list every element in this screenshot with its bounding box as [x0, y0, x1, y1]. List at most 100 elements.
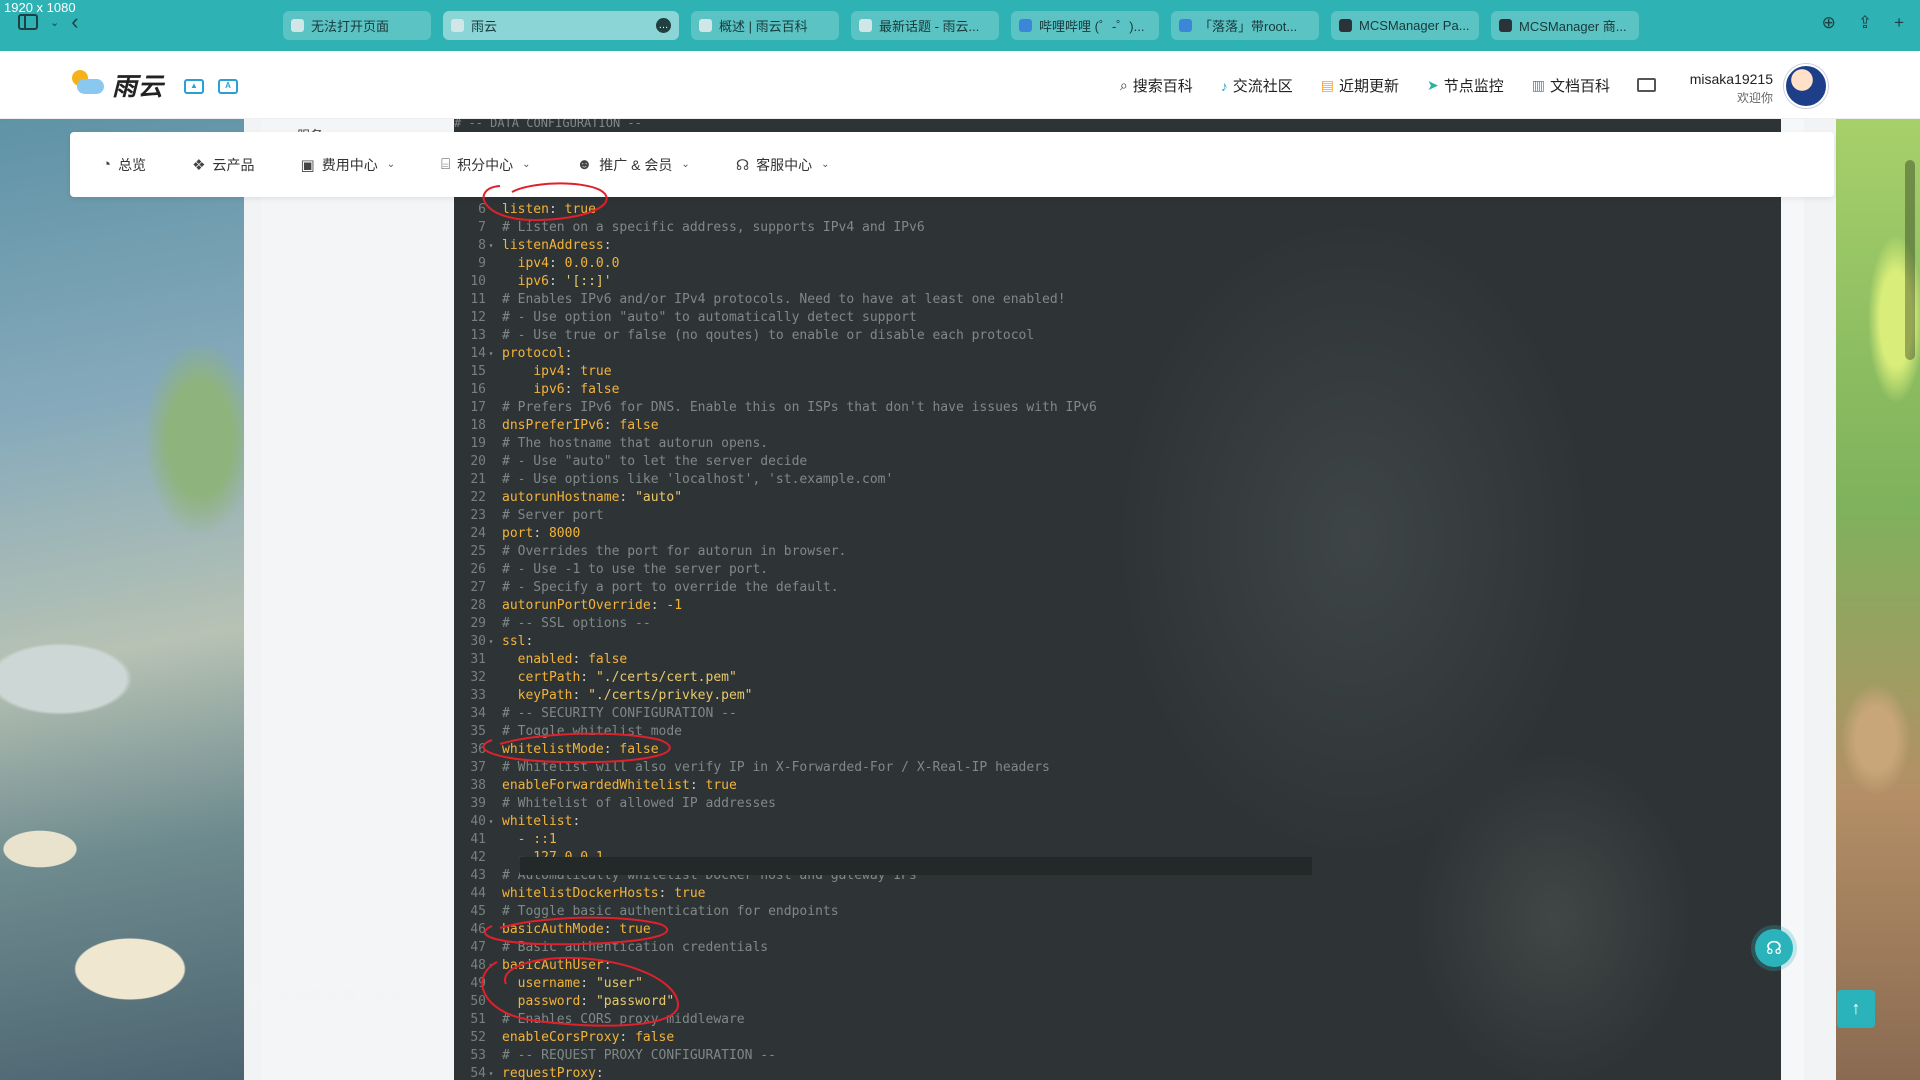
browser-left-controls: ⌄ ‹	[18, 11, 79, 33]
yaml-key: dnsPreferIPv6	[502, 418, 604, 433]
page-scrollbar[interactable]	[1905, 160, 1915, 360]
code-comment: # Prefers IPv6 for DNS. Enable this on I…	[502, 400, 1097, 415]
fold-gutter	[486, 993, 496, 1011]
customer-support-button[interactable]: ☊	[1755, 929, 1793, 967]
code-comment: # The hostname that autorun opens.	[502, 436, 769, 451]
new-tab-icon[interactable]: +	[1894, 13, 1904, 33]
download-icon[interactable]: ⊕	[1822, 13, 1836, 33]
brand-logo[interactable]: 雨云	[70, 67, 164, 103]
fold-gutter	[486, 723, 496, 741]
line-number: 40	[470, 814, 486, 829]
code-line: 6 listen: true	[454, 201, 1781, 219]
code-line: 17 # Prefers IPv6 for DNS. Enable this on…	[454, 399, 1781, 417]
line-number: 6	[478, 202, 486, 217]
share-icon[interactable]: ⇪	[1858, 13, 1872, 33]
back-arrow-icon[interactable]: ‹	[71, 11, 78, 33]
yaml-value: true	[564, 202, 596, 217]
mail-icon[interactable]	[1637, 78, 1656, 92]
menu-item[interactable]: ▣ 费用中心 ⌄	[301, 155, 396, 175]
line-number: 52	[470, 1030, 486, 1045]
fold-gutter	[486, 399, 496, 417]
tab-more-icon[interactable]: …	[656, 18, 671, 33]
line-text: autorunHostname: "auto"	[496, 489, 682, 507]
line-text: protocol:	[496, 345, 580, 363]
yaml-value: 8000	[548, 526, 581, 541]
code-comment: # Basic authentication credentials	[502, 940, 769, 955]
yaml-key: certPath	[517, 670, 581, 685]
code-comment: # Enables CORS proxy middleware	[502, 1012, 745, 1027]
code-line: 40 ▾ whitelist:	[454, 813, 1781, 831]
headset-icon: ☊	[735, 156, 750, 174]
fold-arrow-icon[interactable]: ▾	[486, 813, 496, 831]
yaml-key: username	[517, 976, 581, 991]
line-text: # - Specify a port to override the defau…	[496, 579, 839, 597]
menu-item[interactable]: ☊ 客服中心 ⌄	[736, 155, 830, 175]
code-line: 14 ▾ protocol:	[454, 345, 1781, 363]
colon: :	[564, 382, 581, 397]
colon: :	[525, 634, 542, 649]
line-number: 23	[470, 508, 486, 523]
line-number: 47	[470, 940, 486, 955]
code-editor[interactable]: # -- DATA CONFIGURATION -- 6 listen: true…	[454, 119, 1781, 1080]
translate-icon[interactable]: A	[218, 79, 238, 94]
chevron-down-icon[interactable]: ⌄	[50, 16, 59, 29]
colon: :	[619, 490, 636, 505]
fold-arrow-icon[interactable]: ▾	[486, 345, 496, 363]
browser-tab[interactable]: 哔哩哔哩 (゜-゜)...	[1011, 11, 1159, 40]
line-text: keyPath: "./certs/privkey.pem"	[496, 687, 753, 705]
line-number: 35	[470, 724, 486, 739]
fold-gutter	[486, 759, 496, 777]
browser-tab[interactable]: 无法打开页面	[283, 11, 431, 40]
header-nav-item[interactable]: ♪ 交流社区	[1221, 75, 1293, 96]
yaml-key: whitelistDockerHosts	[502, 886, 659, 901]
fold-gutter	[486, 471, 496, 489]
code-line: 34 # -- SECURITY CONFIGURATION --	[454, 705, 1781, 723]
fold-gutter	[486, 669, 496, 687]
header-nav-item[interactable]: ▥ 文档百科	[1532, 75, 1610, 96]
line-text: # Server port	[496, 507, 604, 525]
fold-gutter	[486, 327, 496, 345]
image-icon[interactable]: ▲	[184, 79, 204, 94]
browser-tab[interactable]: MCSManager Pa...	[1331, 11, 1479, 40]
menu-item-label: 费用中心	[321, 156, 378, 173]
line-number: 15	[470, 364, 486, 379]
menu-item[interactable]: ☻ 推广 & 会员 ⌄	[577, 155, 690, 175]
browser-tab[interactable]: 概述 | 雨云百科	[691, 11, 839, 40]
fold-arrow-icon[interactable]: ▾	[486, 633, 496, 651]
browser-tab[interactable]: 最新话题 - 雨云...	[851, 11, 999, 40]
sidebar-toggle-icon[interactable]	[18, 14, 38, 30]
yaml-value: false	[619, 418, 659, 433]
fold-arrow-icon[interactable]: ▾	[486, 957, 496, 975]
yaml-key: basicAuthUser	[502, 958, 604, 973]
back-to-top-button[interactable]: ↑	[1837, 990, 1875, 1028]
colon: :	[580, 670, 596, 685]
code-line: 38 enableForwardedWhitelist: true	[454, 777, 1781, 795]
code-comment: # - Use "auto" to let the server decide	[502, 454, 808, 469]
fold-gutter	[486, 543, 496, 561]
menu-item[interactable]: ❖ 云产品	[192, 155, 254, 175]
code-comment: # - Use option "auto" to automatically d…	[502, 310, 917, 325]
fold-gutter	[486, 687, 496, 705]
code-line: 27 # - Specify a port to override the def…	[454, 579, 1781, 597]
browser-tab[interactable]: 雨云…	[443, 11, 679, 40]
header-nav-label: 节点监控	[1443, 78, 1504, 95]
line-text: # Enables IPv6 and/or IPv4 protocols. Ne…	[496, 291, 1066, 309]
browser-tab[interactable]: MCSManager 商...	[1491, 11, 1639, 40]
colon: :	[603, 922, 620, 937]
menu-item[interactable]: ⌸ 积分中心 ⌄	[441, 155, 530, 175]
avatar[interactable]	[1784, 64, 1828, 108]
code-line: 33 keyPath: "./certs/privkey.pem"	[454, 687, 1781, 705]
header-nav-item[interactable]: ⌕ 搜索百科	[1120, 75, 1193, 96]
fold-arrow-icon[interactable]: ▾	[486, 1065, 496, 1080]
menu-item[interactable]: ◔ 总览	[102, 155, 146, 175]
user-info[interactable]: misaka19215 欢迎你	[1685, 71, 1773, 106]
browser-tab[interactable]: 「落落」带root...	[1171, 11, 1319, 40]
header-nav-label: 搜索百科	[1132, 78, 1193, 95]
fold-gutter	[486, 921, 496, 939]
line-text: enableCorsProxy: false	[496, 1029, 674, 1047]
header-nav-item[interactable]: ▤ 近期更新	[1321, 75, 1399, 96]
header-nav-item[interactable]: ➤ 节点监控	[1427, 75, 1504, 96]
fold-arrow-icon[interactable]: ▾	[486, 237, 496, 255]
